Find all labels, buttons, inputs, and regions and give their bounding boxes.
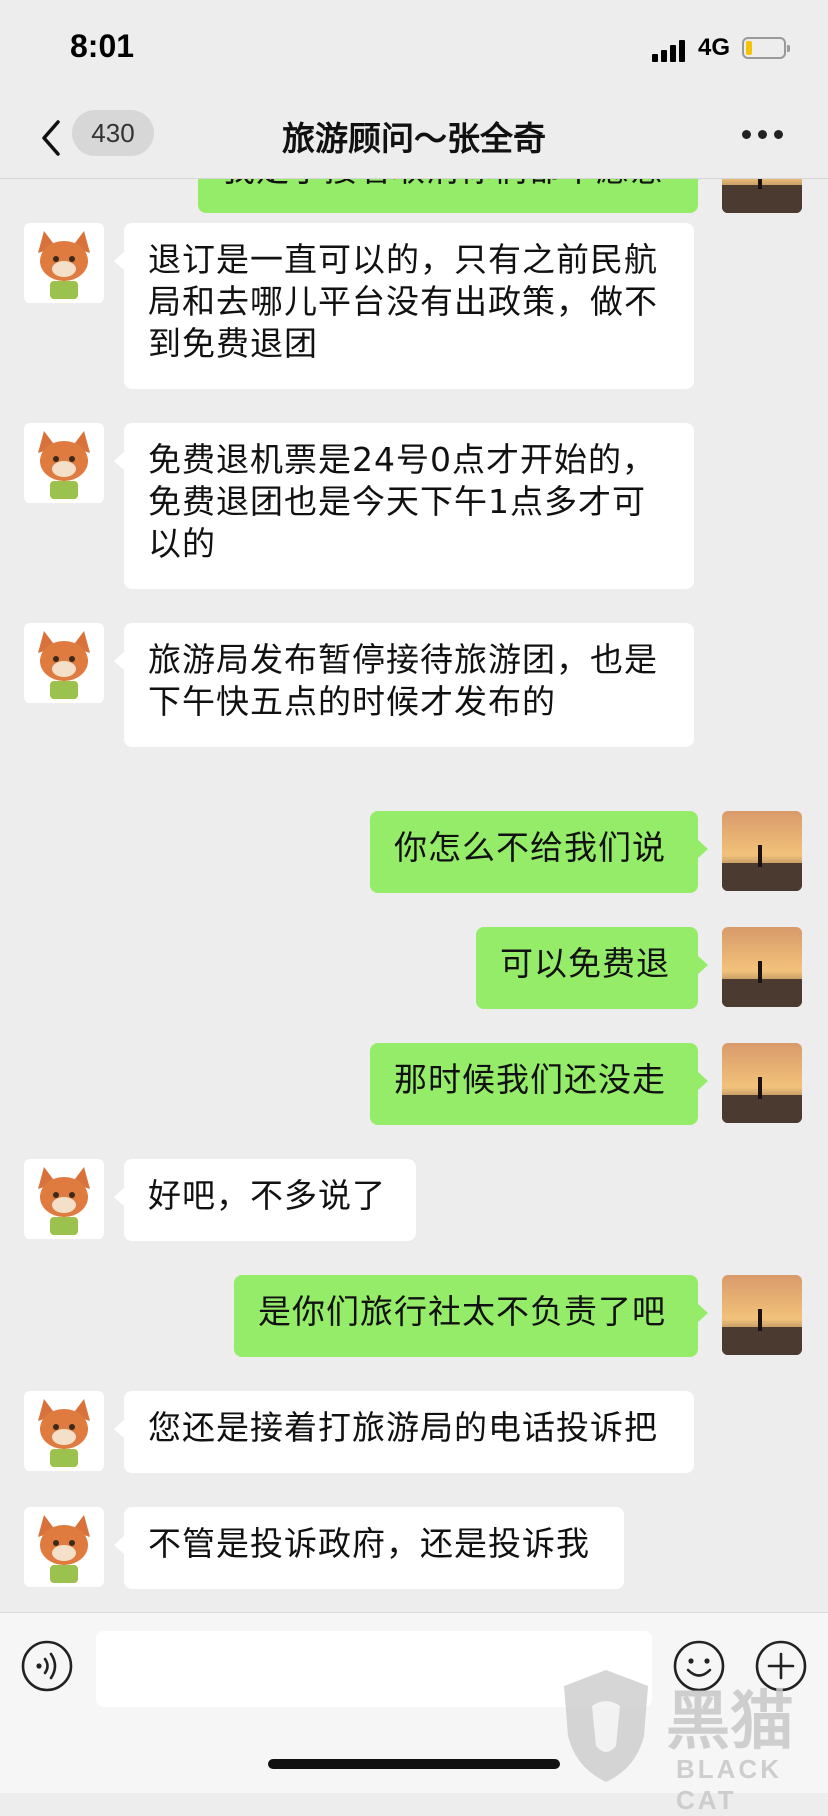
- fox-avatar[interactable]: [24, 623, 104, 703]
- battery-icon: [742, 37, 790, 59]
- message-bubble[interactable]: 我定了接着取消你们都不愿意: [198, 179, 708, 213]
- voice-icon[interactable]: [20, 1639, 74, 1693]
- message-bubble[interactable]: 旅游局发布暂停接待旅游团，也是下午快五点的时候才发布的: [114, 623, 694, 747]
- message-bubble[interactable]: 你怎么不给我们说: [370, 811, 708, 893]
- signal-icon: [652, 38, 688, 62]
- user-avatar[interactable]: [722, 1275, 802, 1355]
- network-label: 4G: [698, 34, 731, 61]
- chat-title: 旅游顾问～张全奇: [282, 119, 546, 158]
- message-bubble[interactable]: 可以免费退: [476, 927, 708, 1009]
- user-avatar[interactable]: [722, 811, 802, 891]
- plus-icon[interactable]: [754, 1639, 808, 1693]
- status-time: 8:01: [70, 28, 135, 64]
- message-bubble[interactable]: 您还是接着打旅游局的电话投诉把: [114, 1391, 694, 1473]
- fox-avatar[interactable]: [24, 1391, 104, 1471]
- message-bubble[interactable]: 那时候我们还没走: [370, 1043, 708, 1125]
- emoji-icon[interactable]: [672, 1639, 726, 1693]
- message-bubble[interactable]: 是你们旅行社太不负责了吧: [234, 1275, 708, 1357]
- input-bar: [0, 1612, 828, 1793]
- user-avatar[interactable]: [722, 927, 802, 1007]
- user-avatar[interactable]: [722, 1043, 802, 1123]
- fox-avatar[interactable]: [24, 1507, 104, 1587]
- message-bubble[interactable]: 退订是一直可以的，只有之前民航局和去哪儿平台没有出政策，做不到免费退团: [114, 223, 694, 389]
- message-list[interactable]: 我定了接着取消你们都不愿意 退订是一直可以的，只有之前民航局和去哪儿平台没有出政…: [0, 179, 828, 1612]
- home-indicator[interactable]: [268, 1759, 560, 1769]
- message-input[interactable]: [96, 1631, 652, 1707]
- message-bubble[interactable]: 好吧，不多说了: [114, 1159, 416, 1241]
- fox-avatar[interactable]: [24, 1159, 104, 1239]
- fox-avatar[interactable]: [24, 423, 104, 503]
- message-bubble[interactable]: 不管是投诉政府，还是投诉我: [114, 1507, 624, 1589]
- status-bar: 8:01 4G: [0, 0, 828, 100]
- more-dots-icon[interactable]: [742, 130, 784, 142]
- chat-header: 430 旅游顾问～张全奇: [0, 100, 828, 179]
- fox-avatar[interactable]: [24, 223, 104, 303]
- message-bubble[interactable]: 免费退机票是24号0点才开始的，免费退团也是今天下午1点多才可以的: [114, 423, 694, 589]
- user-avatar[interactable]: [722, 179, 802, 213]
